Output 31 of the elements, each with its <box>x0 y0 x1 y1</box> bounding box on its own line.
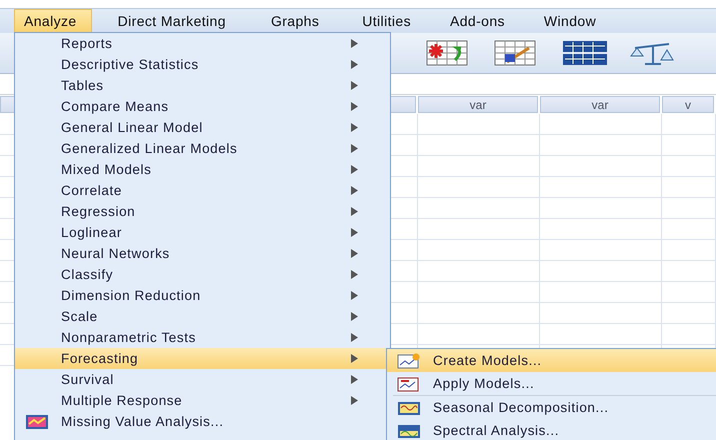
menu-item[interactable]: Scale <box>15 306 390 327</box>
menu-item[interactable]: Apply Models... <box>387 372 716 395</box>
menu-item[interactable]: Missing Value Analysis... <box>15 411 390 432</box>
column-header[interactable]: var <box>540 96 660 113</box>
menu-item[interactable]: Nonparametric Tests <box>15 327 390 348</box>
menu-item[interactable]: Mixed Models <box>15 159 390 180</box>
menu-bar-item[interactable]: Utilities <box>352 9 426 33</box>
menu-item[interactable]: Loglinear <box>15 222 390 243</box>
menu-item[interactable]: Create Models... <box>387 349 716 372</box>
menu-item[interactable]: Survival <box>15 369 390 390</box>
menu-item[interactable]: Generalized Linear Models <box>15 138 390 159</box>
menu-bar-item[interactable]: Analyze <box>14 9 92 33</box>
menu-item[interactable]: Regression <box>15 201 390 222</box>
menu-item[interactable]: Dimension Reduction <box>15 285 390 306</box>
menu-item[interactable]: Correlate <box>15 180 390 201</box>
menu-item[interactable]: Descriptive Statistics <box>15 54 390 75</box>
menu-bar-item[interactable]: Graphs <box>260 9 334 33</box>
menu-item[interactable]: Neural Networks <box>15 243 390 264</box>
menu-item[interactable]: Multiple Response <box>15 390 390 411</box>
menu-item[interactable]: Seasonal Decomposition... <box>387 396 716 419</box>
column-header[interactable]: var <box>418 96 538 113</box>
menu-item[interactable]: Reports <box>15 33 390 54</box>
menu-item[interactable]: Spectral Analysis... <box>387 419 716 440</box>
column-header[interactable]: v <box>662 96 714 113</box>
menu-bar-item[interactable]: Add-ons <box>440 9 520 33</box>
menu-bar-item[interactable]: Direct Marketing <box>108 9 241 33</box>
menu-item[interactable]: Classify <box>15 264 390 285</box>
menu-item[interactable]: Tables <box>15 75 390 96</box>
menu-item[interactable]: Compare Means <box>15 96 390 117</box>
menu-item[interactable]: General Linear Model <box>15 117 390 138</box>
menu-bar-item[interactable]: Window <box>534 9 612 33</box>
